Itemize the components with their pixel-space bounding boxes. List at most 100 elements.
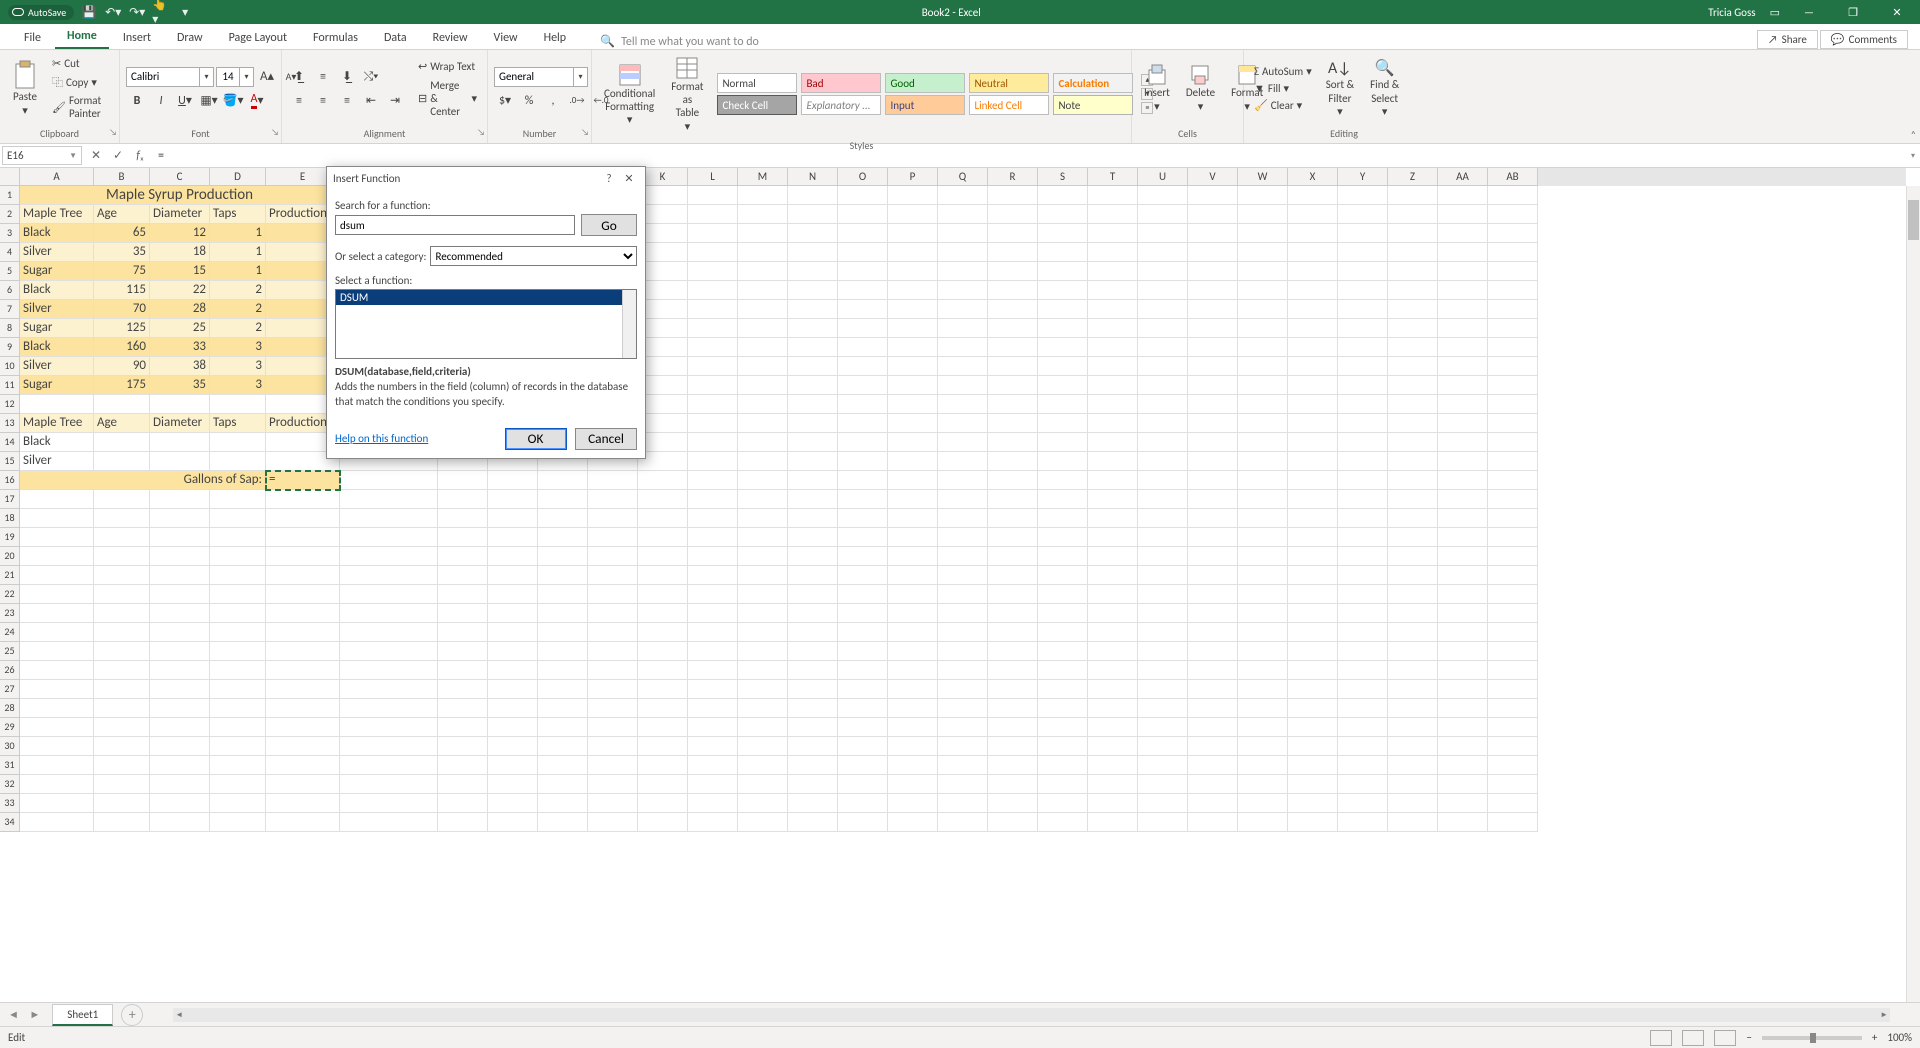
- row-header[interactable]: 11: [0, 376, 20, 395]
- cell[interactable]: [340, 623, 438, 642]
- column-header[interactable]: T: [1088, 168, 1138, 186]
- cell[interactable]: [838, 414, 888, 433]
- cell[interactable]: [1438, 433, 1488, 452]
- cell[interactable]: [1088, 414, 1138, 433]
- cell[interactable]: [1138, 243, 1188, 262]
- tab-help[interactable]: Help: [532, 27, 579, 49]
- cell[interactable]: [150, 604, 210, 623]
- cell[interactable]: [588, 737, 638, 756]
- cell[interactable]: [838, 642, 888, 661]
- cell[interactable]: [1438, 528, 1488, 547]
- cell[interactable]: [788, 604, 838, 623]
- cell[interactable]: Maple Tree: [20, 205, 94, 224]
- cell[interactable]: [738, 186, 788, 205]
- cell[interactable]: [1388, 186, 1438, 205]
- cell[interactable]: [340, 585, 438, 604]
- cell[interactable]: [20, 718, 94, 737]
- cell[interactable]: [988, 528, 1038, 547]
- cell[interactable]: [938, 186, 988, 205]
- select-all-corner[interactable]: [0, 168, 20, 186]
- cell[interactable]: [488, 604, 538, 623]
- search-function-input[interactable]: [335, 215, 575, 235]
- cell[interactable]: [20, 794, 94, 813]
- find-select-button[interactable]: 🔍Find & Select▾: [1364, 57, 1405, 120]
- tab-file[interactable]: File: [12, 27, 53, 49]
- cell[interactable]: [1488, 414, 1538, 433]
- cell[interactable]: [340, 775, 438, 794]
- cell[interactable]: Age: [94, 414, 150, 433]
- cell[interactable]: [1138, 737, 1188, 756]
- cell[interactable]: [1238, 680, 1288, 699]
- cell[interactable]: [1138, 281, 1188, 300]
- row-header[interactable]: 5: [0, 262, 20, 281]
- accounting-format-icon[interactable]: $▾: [494, 91, 516, 111]
- cell[interactable]: [1088, 319, 1138, 338]
- cell[interactable]: [488, 718, 538, 737]
- cell[interactable]: [1338, 642, 1388, 661]
- cell[interactable]: [1088, 642, 1138, 661]
- cell[interactable]: [438, 585, 488, 604]
- cell[interactable]: [94, 642, 150, 661]
- cell[interactable]: [738, 262, 788, 281]
- row-header[interactable]: 19: [0, 528, 20, 547]
- cell[interactable]: [588, 490, 638, 509]
- cell[interactable]: [1038, 794, 1088, 813]
- cell[interactable]: [150, 585, 210, 604]
- cell[interactable]: [688, 338, 738, 357]
- cell[interactable]: [1138, 813, 1188, 832]
- cell[interactable]: [1238, 623, 1288, 642]
- cell[interactable]: [588, 471, 638, 490]
- cell[interactable]: [1238, 433, 1288, 452]
- cell[interactable]: [20, 775, 94, 794]
- cell[interactable]: [688, 186, 738, 205]
- cell[interactable]: [1188, 775, 1238, 794]
- cell[interactable]: [20, 585, 94, 604]
- cell[interactable]: [1388, 813, 1438, 832]
- cell[interactable]: [1238, 585, 1288, 604]
- cell[interactable]: [150, 433, 210, 452]
- cell[interactable]: [1388, 509, 1438, 528]
- cell[interactable]: [210, 813, 266, 832]
- cell[interactable]: Sugar: [20, 319, 94, 338]
- cell[interactable]: [94, 813, 150, 832]
- cell[interactable]: [1238, 547, 1288, 566]
- page-layout-view-icon[interactable]: [1682, 1030, 1704, 1046]
- cell[interactable]: [1338, 699, 1388, 718]
- cell[interactable]: [94, 699, 150, 718]
- cell[interactable]: [210, 794, 266, 813]
- clear-button[interactable]: 🧹 Clear ▾: [1250, 98, 1316, 113]
- cell[interactable]: [788, 699, 838, 718]
- cell[interactable]: [888, 642, 938, 661]
- cell[interactable]: [588, 813, 638, 832]
- cell[interactable]: Taps: [210, 205, 266, 224]
- cell[interactable]: [538, 775, 588, 794]
- cell[interactable]: [488, 737, 538, 756]
- row-header[interactable]: 34: [0, 813, 20, 832]
- cell[interactable]: [1038, 433, 1088, 452]
- function-list[interactable]: DSUM: [335, 289, 637, 359]
- cell[interactable]: [266, 775, 340, 794]
- cell[interactable]: [938, 414, 988, 433]
- dialog-launcher-icon[interactable]: ↘: [581, 127, 589, 138]
- cell[interactable]: [888, 547, 938, 566]
- cell[interactable]: Taps: [210, 414, 266, 433]
- cell[interactable]: [688, 300, 738, 319]
- cell[interactable]: [1288, 186, 1338, 205]
- cell[interactable]: [738, 395, 788, 414]
- cell[interactable]: [888, 794, 938, 813]
- cell[interactable]: [938, 433, 988, 452]
- cell[interactable]: [1288, 813, 1338, 832]
- cell[interactable]: [488, 490, 538, 509]
- cell[interactable]: [688, 243, 738, 262]
- cell[interactable]: [938, 718, 988, 737]
- cell[interactable]: [838, 813, 888, 832]
- cell[interactable]: [938, 338, 988, 357]
- cell[interactable]: [988, 699, 1038, 718]
- cell[interactable]: [340, 718, 438, 737]
- cell[interactable]: [1238, 281, 1288, 300]
- cell[interactable]: [938, 585, 988, 604]
- cell[interactable]: [688, 699, 738, 718]
- cell[interactable]: [1088, 775, 1138, 794]
- cell[interactable]: [1138, 262, 1188, 281]
- cell[interactable]: [1188, 566, 1238, 585]
